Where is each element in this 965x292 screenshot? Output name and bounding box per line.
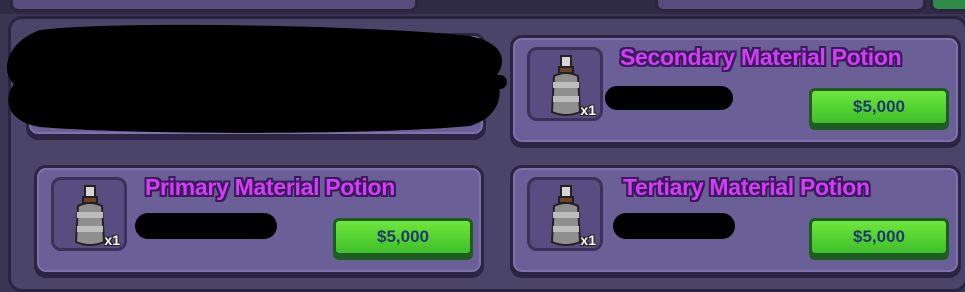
buy-price-button[interactable]: $5,000 xyxy=(333,218,473,256)
item-slot: x1 xyxy=(51,177,127,251)
top-tab-corner[interactable] xyxy=(930,0,965,12)
shop-item-card-3[interactable]: x1 Primary Material Potion $5,000 xyxy=(34,165,484,275)
item-title: Primary Material Potion xyxy=(145,174,396,200)
top-strip xyxy=(0,0,965,14)
redaction-block xyxy=(135,213,277,239)
redaction-block xyxy=(613,213,735,239)
potion-bottle-icon xyxy=(74,185,106,246)
item-title: Secondary Material Potion xyxy=(620,44,902,70)
item-quantity: x1 xyxy=(580,232,596,248)
buy-price-button[interactable]: $5,000 xyxy=(809,218,949,256)
shop-item-card-4[interactable]: x1 Tertiary Material Potion $5,000 xyxy=(510,165,961,275)
potion-bottle-icon xyxy=(550,55,582,116)
top-tab-right[interactable] xyxy=(655,0,926,12)
shop-item-card-2[interactable]: x1 Secondary Material Potion $5,000 xyxy=(510,35,961,145)
item-quantity: x1 xyxy=(104,232,120,248)
item-title: Tertiary Material Potion xyxy=(623,174,870,200)
item-slot: x1 xyxy=(527,47,603,121)
item-slot: x1 xyxy=(527,177,603,251)
item-quantity: x1 xyxy=(580,102,596,118)
redaction-block xyxy=(605,86,733,110)
buy-price-button[interactable]: $5,000 xyxy=(809,88,949,126)
redaction-scribble xyxy=(6,24,507,133)
potion-bottle-icon xyxy=(550,185,582,246)
top-tab-left[interactable] xyxy=(10,0,418,12)
